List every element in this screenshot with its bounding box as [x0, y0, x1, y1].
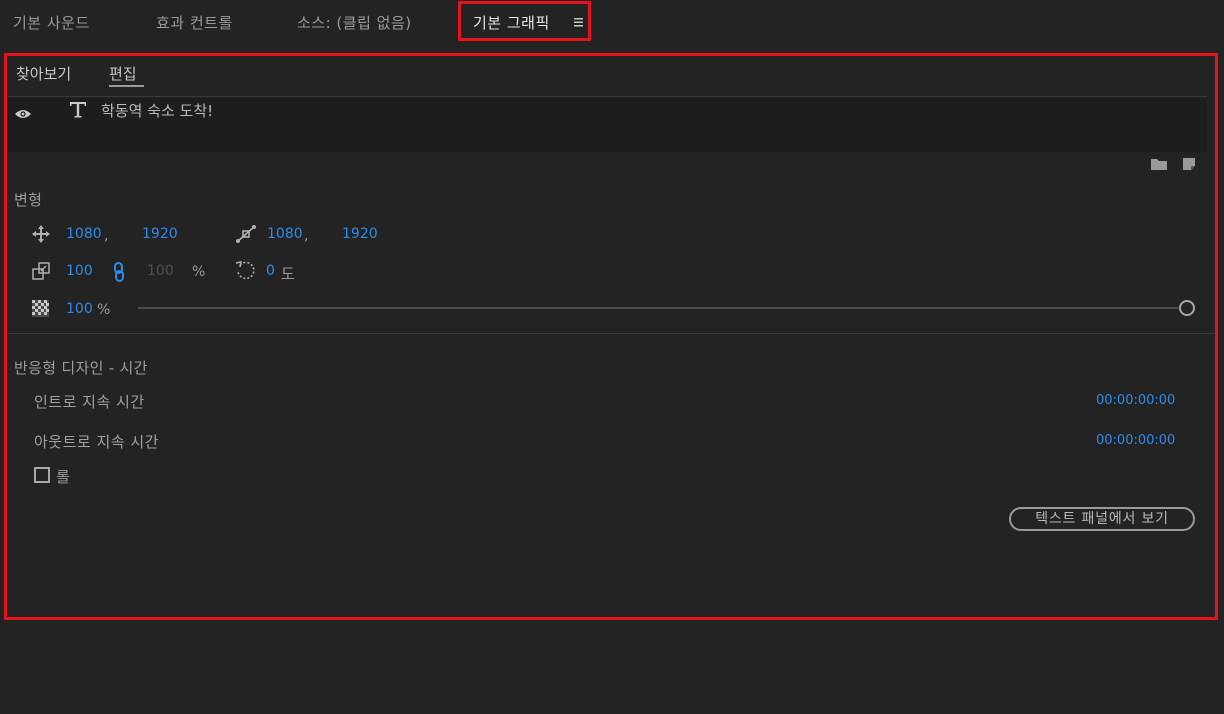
- subtab-edit[interactable]: 편집: [109, 63, 137, 84]
- intro-duration-value[interactable]: 00:00:00:00: [1096, 393, 1175, 408]
- subtab-browse[interactable]: 찾아보기: [16, 63, 71, 84]
- tab-source[interactable]: 소스: (클립 없음): [297, 12, 412, 33]
- subtab-divider: [8, 96, 1207, 97]
- scale-icon: [32, 262, 50, 284]
- opacity-icon: [32, 300, 49, 321]
- opacity-slider-track[interactable]: [138, 307, 1178, 309]
- layer-text-content[interactable]: 학동역 숙소 도착!: [101, 100, 213, 121]
- scale-value[interactable]: 100: [66, 263, 93, 279]
- anchor-x-value[interactable]: 1080: [267, 226, 303, 242]
- roll-label: 롤: [56, 468, 71, 486]
- eye-icon[interactable]: [14, 105, 32, 124]
- position-x-value[interactable]: 1080: [66, 226, 102, 242]
- transform-divider: [8, 333, 1215, 334]
- text-tool-icon: [68, 99, 88, 123]
- anchor-y-value[interactable]: 1920: [342, 226, 378, 242]
- tab-effect-controls[interactable]: 효과 컨트롤: [156, 12, 233, 33]
- tab-highlight-box: [458, 1, 591, 41]
- scale-height-value: 100: [147, 263, 174, 279]
- position-y-value[interactable]: 1920: [142, 226, 178, 242]
- opacity-slider-handle[interactable]: [1179, 300, 1195, 316]
- new-item-icon[interactable]: [1182, 156, 1196, 175]
- subtab-active-indicator: [109, 85, 144, 87]
- intro-duration-label: 인트로 지속 시간: [34, 393, 145, 411]
- tab-essential-sound[interactable]: 기본 사운드: [13, 12, 90, 33]
- anchor-point-icon: [235, 224, 257, 248]
- opacity-value[interactable]: 100: [66, 301, 93, 317]
- rotation-icon: [234, 259, 258, 287]
- responsive-time-section-label: 반응형 디자인 - 시간: [14, 359, 148, 377]
- outro-duration-value[interactable]: 00:00:00:00: [1096, 433, 1175, 448]
- position-separator: ,: [104, 228, 109, 244]
- outro-duration-label: 아웃트로 지속 시간: [34, 433, 159, 451]
- scale-unit: %: [192, 264, 206, 280]
- rotation-unit: 도: [281, 265, 295, 283]
- folder-icon[interactable]: [1150, 156, 1168, 175]
- transform-section-label: 변형: [14, 191, 43, 209]
- anchor-separator: ,: [304, 228, 309, 244]
- rotation-value[interactable]: 0: [266, 263, 275, 279]
- opacity-unit: %: [97, 302, 111, 318]
- roll-checkbox[interactable]: [34, 467, 50, 483]
- link-icon[interactable]: [113, 262, 125, 286]
- view-in-text-panel-button[interactable]: 텍스트 패널에서 보기: [1009, 507, 1195, 531]
- position-icon: [31, 224, 51, 248]
